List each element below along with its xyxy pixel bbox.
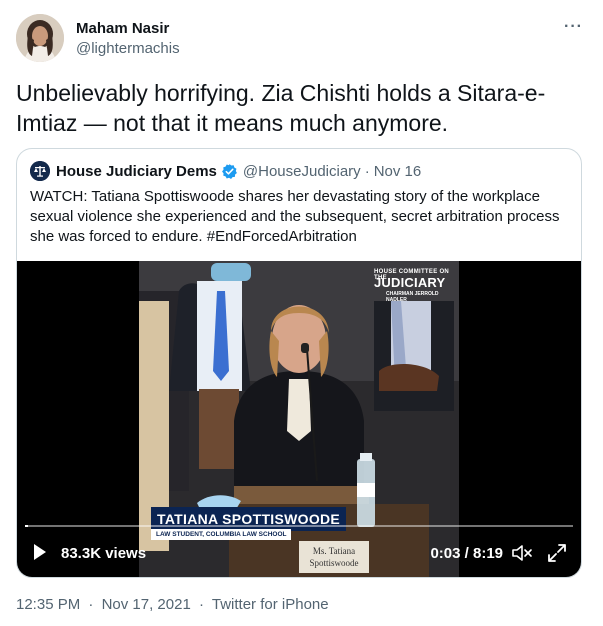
author-name[interactable]: Maham Nasir (76, 20, 169, 37)
verified-icon (221, 163, 237, 179)
view-count: 83.3K views (61, 545, 147, 562)
tweet-source[interactable]: Twitter for iPhone (212, 596, 329, 613)
progress-fill (25, 525, 29, 527)
fullscreen-icon[interactable] (547, 543, 567, 563)
watermark-judiciary: JUDICIARY (374, 275, 446, 290)
tweet: Maham Nasir @lightermachis ··· Unbelieva… (0, 0, 603, 626)
dot-separator: · (198, 596, 204, 613)
tweet-header: Maham Nasir @lightermachis ··· (16, 14, 587, 64)
author-handle[interactable]: @lightermachis (76, 40, 180, 57)
quoted-tweet[interactable]: House Judiciary Dems @HouseJudiciary · N… (16, 148, 582, 578)
video-controls: 83.3K views 0:03 / 8:19 (17, 537, 581, 573)
tweet-meta: 12:35 PM · Nov 17, 2021 · Twitter for iP… (16, 596, 329, 613)
quoted-text: WATCH: Tatiana Spottiswoode shares her d… (30, 188, 560, 245)
tweet-time[interactable]: 12:35 PM (16, 596, 80, 613)
quoted-avatar (30, 161, 50, 181)
quoted-author-handle[interactable]: @HouseJudiciary (243, 163, 361, 180)
video-player[interactable]: HOUSE COMMITTEE ON THE JUDICIARY CHAIRMA… (17, 261, 581, 577)
avatar[interactable] (16, 14, 64, 62)
quoted-date[interactable]: Nov 16 (374, 163, 422, 180)
dot-separator: · (364, 162, 370, 180)
video-frame: HOUSE COMMITTEE ON THE JUDICIARY CHAIRMA… (139, 261, 459, 577)
lower-third-name: TATIANA SPOTTISWOODE (151, 507, 347, 531)
watermark-chairman: CHAIRMAN JERROLD NADLER (386, 291, 439, 303)
tweet-text: Unbelievably horrifying. Zia Chishti hol… (16, 80, 546, 136)
mute-icon[interactable] (511, 543, 533, 563)
play-icon[interactable] (33, 543, 47, 561)
quoted-author-name[interactable]: House Judiciary Dems (56, 163, 217, 180)
quoted-header: House Judiciary Dems @HouseJudiciary · N… (30, 160, 421, 182)
video-time: 0:03 / 8:19 (430, 545, 503, 562)
progress-bar[interactable] (25, 525, 573, 527)
dot-separator: · (88, 596, 94, 613)
tweet-date[interactable]: Nov 17, 2021 (102, 596, 191, 613)
more-icon[interactable]: ··· (564, 18, 583, 36)
